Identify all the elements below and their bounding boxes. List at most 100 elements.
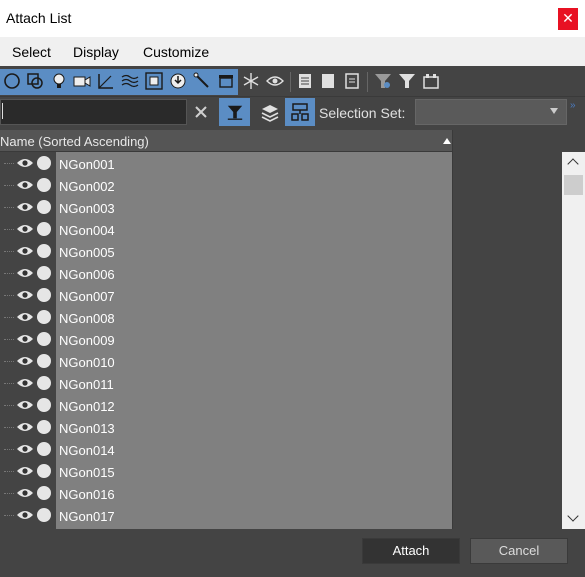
clear-search-icon[interactable] (193, 104, 209, 120)
display-none-icon[interactable] (318, 71, 338, 91)
close-button[interactable]: ✕ (558, 8, 578, 30)
filter-search-button[interactable] (219, 98, 250, 126)
object-name: NGon006 (59, 267, 115, 282)
vertical-scrollbar[interactable] (562, 152, 585, 529)
eye-icon[interactable] (16, 509, 34, 521)
menu-display[interactable]: Display (73, 44, 119, 60)
helpers-filter-icon[interactable] (96, 71, 116, 91)
freeze-toggle-icon[interactable] (37, 464, 51, 478)
scroll-down-button[interactable] (562, 509, 585, 529)
window-title: Attach List (6, 10, 72, 26)
menu-select[interactable]: Select (12, 44, 51, 60)
name-column-header[interactable]: Name (Sorted Ascending) (0, 134, 149, 149)
eye-icon[interactable] (16, 245, 34, 257)
containers-filter-icon[interactable] (216, 71, 236, 91)
eye-icon[interactable] (16, 399, 34, 411)
freeze-toggle-icon[interactable] (37, 420, 51, 434)
freeze-toggle-icon[interactable] (37, 178, 51, 192)
space-warps-filter-icon[interactable] (120, 71, 140, 91)
list-item[interactable]: NGon015 (0, 460, 452, 482)
eye-icon[interactable] (16, 465, 34, 477)
object-name: NGon005 (59, 245, 115, 260)
hidden-filter-icon[interactable] (265, 71, 285, 91)
list-item[interactable]: NGon006 (0, 262, 452, 284)
freeze-toggle-icon[interactable] (37, 508, 51, 522)
eye-icon[interactable] (16, 377, 34, 389)
attach-button[interactable]: Attach (362, 538, 460, 564)
layers-icon[interactable] (260, 103, 280, 123)
eye-icon[interactable] (16, 443, 34, 455)
list-item[interactable]: NGon007 (0, 284, 452, 306)
cameras-filter-icon[interactable] (72, 71, 92, 91)
eye-icon[interactable] (16, 157, 34, 169)
groups-filter-icon[interactable] (144, 71, 164, 91)
freeze-toggle-icon[interactable] (37, 244, 51, 258)
tree-connector (4, 273, 14, 274)
filter-icon (227, 105, 243, 120)
object-list[interactable]: NGon001 NGon002 NGon003 NGon004 NGon005 NGon0… (0, 152, 452, 529)
list-item[interactable]: NGon008 (0, 306, 452, 328)
display-all-icon[interactable] (295, 71, 315, 91)
list-header[interactable]: Name (Sorted Ascending) (0, 130, 452, 152)
eye-icon[interactable] (16, 355, 34, 367)
sort-ascending-icon (443, 138, 451, 144)
list-item[interactable]: NGon017 (0, 504, 452, 526)
list-item[interactable]: NGon004 (0, 218, 452, 240)
list-item[interactable]: NGon013 (0, 416, 452, 438)
freeze-toggle-icon[interactable] (37, 354, 51, 368)
eye-icon[interactable] (16, 311, 34, 323)
eye-icon[interactable] (16, 333, 34, 345)
scroll-thumb[interactable] (564, 175, 583, 195)
tree-connector (4, 207, 14, 208)
object-name: NGon010 (59, 355, 115, 370)
scroll-up-button[interactable] (562, 152, 585, 172)
list-item[interactable]: NGon009 (0, 328, 452, 350)
list-item[interactable]: NGon001 (0, 152, 452, 174)
geometry-filter-icon[interactable] (2, 71, 22, 91)
more-options-icon[interactable]: » (570, 100, 576, 111)
list-item[interactable]: NGon010 (0, 350, 452, 372)
eye-icon[interactable] (16, 179, 34, 191)
xrefs-filter-icon[interactable] (168, 71, 188, 91)
eye-icon[interactable] (16, 487, 34, 499)
bones-filter-icon[interactable] (192, 71, 212, 91)
freeze-toggle-icon[interactable] (37, 398, 51, 412)
eye-icon[interactable] (16, 267, 34, 279)
freeze-toggle-icon[interactable] (37, 266, 51, 280)
freeze-toggle-icon[interactable] (37, 332, 51, 346)
frozen-filter-icon[interactable] (241, 71, 261, 91)
freeze-toggle-icon[interactable] (37, 310, 51, 324)
freeze-toggle-icon[interactable] (37, 376, 51, 390)
eye-icon[interactable] (16, 289, 34, 301)
invert-display-icon[interactable] (342, 71, 362, 91)
freeze-toggle-icon[interactable] (37, 288, 51, 302)
list-item[interactable]: NGon012 (0, 394, 452, 416)
list-item[interactable]: NGon016 (0, 482, 452, 504)
tree-connector (4, 317, 14, 318)
freeze-toggle-icon[interactable] (37, 442, 51, 456)
freeze-toggle-icon[interactable] (37, 222, 51, 236)
menu-customize[interactable]: Customize (143, 44, 209, 60)
list-item[interactable]: NGon002 (0, 174, 452, 196)
hierarchy-button[interactable] (285, 98, 315, 126)
list-item[interactable]: NGon005 (0, 240, 452, 262)
filter-icon[interactable] (397, 71, 417, 91)
right-empty-panel (452, 130, 562, 529)
search-input[interactable] (0, 99, 187, 125)
eye-icon[interactable] (16, 421, 34, 433)
cancel-button[interactable]: Cancel (470, 538, 568, 564)
eye-icon[interactable] (16, 223, 34, 235)
freeze-toggle-icon[interactable] (37, 200, 51, 214)
freeze-toggle-icon[interactable] (37, 156, 51, 170)
shapes-filter-icon[interactable] (25, 71, 45, 91)
freeze-toggle-icon[interactable] (37, 486, 51, 500)
containers-toggle-icon[interactable] (421, 71, 441, 91)
eye-icon[interactable] (16, 201, 34, 213)
list-item[interactable]: NGon003 (0, 196, 452, 218)
lights-filter-icon[interactable] (49, 71, 69, 91)
filter-options-icon[interactable] (373, 71, 393, 91)
list-item[interactable]: NGon011 (0, 372, 452, 394)
selection-set-dropdown[interactable] (415, 99, 567, 125)
list-item[interactable]: NGon014 (0, 438, 452, 460)
tree-connector (4, 295, 14, 296)
